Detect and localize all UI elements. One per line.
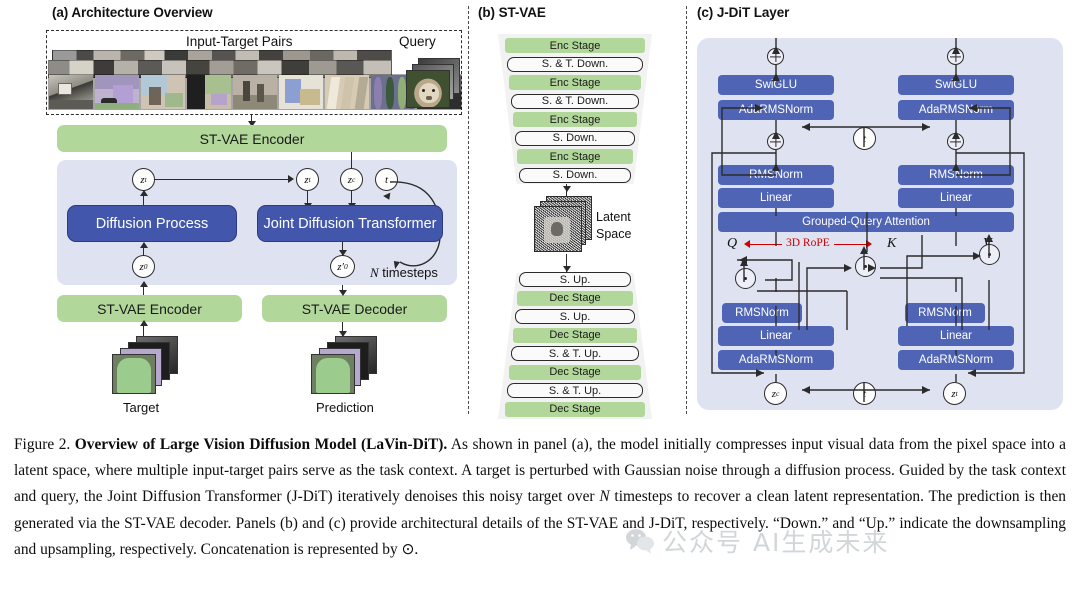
st-vae-decoder-bottom: ST-VAE Decoder [262,295,447,322]
node-z0-sub: 0 [143,262,148,271]
line-encoder-to-zc [351,152,353,169]
encoder-stack-row-4-label: Enc Stage [549,113,601,126]
node-z0-prime-label: z′ [337,260,344,273]
decoder-stack-row-4-label: S. & T. Up. [548,347,602,360]
decoder-stack-row-4: S. & T. Up. [511,346,639,361]
n-timesteps-italic: N [370,265,379,280]
decoder-stack-row-5-label: Dec Stage [549,366,601,378]
arrowhead-jdt-to-z0prime [339,250,347,256]
encoder-stack-row-3: S. & T. Down. [511,93,639,109]
panel-c-title: (c) J-DiT Layer [697,5,790,20]
input-target-pairs-label: Input-Target Pairs [186,34,293,49]
decoder-stack-row-1: Dec Stage [517,290,633,306]
encoder-stack-row-0-label: Enc Stage [549,39,601,52]
panel-divider-b-c [686,6,687,414]
panel-a-title: (a) Architecture Overview [52,5,213,20]
st-vae-encoder-bottom-label: ST-VAE Encoder [97,300,202,317]
decoder-stack-row-0: S. Up. [519,272,631,287]
prediction-label: Prediction [316,400,374,415]
panel-divider-a-b [468,6,469,414]
figure-area: (a) Architecture Overview Input-Target P… [0,0,1080,425]
diffusion-process-box: Diffusion Process [67,205,237,242]
encoder-stack-row-0: Enc Stage [505,38,645,53]
caption-bold-title: Overview of Large Vision Diffusion Model… [74,436,448,453]
encoder-stack-row-5: S. Down. [515,130,635,146]
encoder-stack-row-3-label: S. & T. Down. [541,95,609,107]
decoder-stack-row-7-label: Dec Stage [549,403,601,415]
decoder-stack-row-2: S. Up. [515,309,635,324]
figure-caption: Figure 2. Overview of Large Vision Diffu… [14,432,1066,563]
node-zt-left: zt [132,168,155,191]
arrowhead-latent-to-decoder [563,266,571,272]
encoder-stack-row-1-label: S. & T. Down. [541,58,609,70]
latent-space-label-line2: Space [596,227,632,241]
caption-figure-number: Figure 2. [14,436,71,453]
arrowhead-diffusion-to-zt [140,190,148,196]
diffusion-process-label: Diffusion Process [95,215,209,232]
decoder-stack-row-6: S. & T. Up. [507,383,643,398]
node-zc-sub: c [351,175,356,184]
latent-space-label-line1: Latent [596,210,631,224]
node-zt-right-sub: t [308,175,311,184]
line-zt-left-to-right [155,179,288,181]
encoder-stack-row-4: Enc Stage [513,112,637,127]
n-timesteps-label: N timesteps [370,265,438,281]
joint-diffusion-transformer-label: Joint Diffusion Transformer [263,215,437,232]
decoder-stack-row-2-label: S. Up. [559,310,591,323]
decoder-stack-row-7: Dec Stage [505,401,645,417]
node-zt-right: zt [296,168,319,191]
st-vae-decoder-bottom-label: ST-VAE Decoder [301,300,408,317]
decoder-stack-row-3: Dec Stage [513,327,637,343]
encoder-stack-row-1: S. & T. Down. [507,56,643,72]
encoder-stack-row-7-label: S. Down. [552,169,598,181]
encoder-stack-row-2: Enc Stage [509,75,641,90]
caption-italic-n: N [599,488,610,506]
encoder-stack-row-2-label: Enc Stage [549,76,601,89]
node-zt-left-sub: t [144,175,147,184]
arrowhead-zt-left-to-right [288,175,294,183]
decoder-stack-row-6-label: S. & T. Up. [548,384,602,397]
arrowhead-region-to-encoder-bottom [140,281,148,287]
node-z0: z0 [132,255,155,278]
decoder-stack-row-3-label: Dec Stage [549,329,601,341]
decoder-stack-row-0-label: S. Up. [559,273,591,286]
node-z0-prime: z′ 0 [330,255,355,278]
encoder-stack-row-5-label: S. Down. [552,132,598,144]
joint-diffusion-transformer-box: Joint Diffusion Transformer [257,205,443,242]
decoder-stack-row-1-label: Dec Stage [549,292,601,304]
st-vae-encoder-top-label: ST-VAE Encoder [199,130,305,147]
st-vae-encoder-bottom: ST-VAE Encoder [57,295,242,322]
arrowhead-target-to-encoder [140,320,148,326]
n-timesteps-rest: timesteps [378,265,438,280]
decoder-stack-row-5: Dec Stage [509,364,641,380]
encoder-stack-row-6: Enc Stage [517,149,633,164]
arrowhead-z0-to-diffusion [140,242,148,248]
arrowhead-encoder-to-latent [563,186,571,192]
thumbnail-row-main [48,74,462,110]
query-label: Query [399,34,436,49]
node-z0-prime-sub: 0 [343,262,348,271]
arrowhead-decoder-to-prediction [339,331,347,337]
panel-b-title: (b) ST-VAE [478,5,546,20]
target-label: Target [123,400,160,415]
encoder-stack-row-6-label: Enc Stage [549,150,601,163]
encoder-stack-row-7: S. Down. [519,167,631,183]
st-vae-encoder-top: ST-VAE Encoder [57,125,447,152]
arrowhead-region-to-decoder [339,290,347,296]
jdit-wiring [711,38,1025,402]
